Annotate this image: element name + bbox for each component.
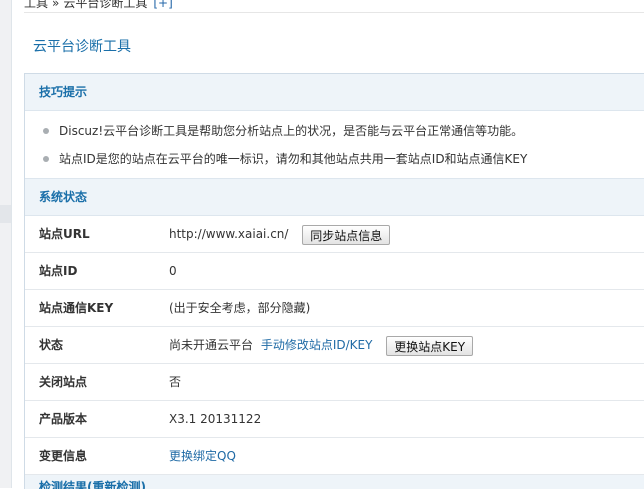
main-panel: 技巧提示 Discuz!云平台诊断工具是帮助您分析站点上的状况，是否能与云平台正… [24, 73, 644, 489]
version-value: X3.1 20131122 [169, 412, 262, 426]
site-url-label: 站点URL [39, 227, 90, 241]
breadcrumb-root[interactable]: 工具 [24, 0, 48, 10]
site-id-row: 站点ID 0 [25, 253, 644, 290]
change-site-key-button[interactable]: 更换站点KEY [386, 335, 474, 356]
site-url-value-wrap: http://www.xaiai.cn/ 同步站点信息 [169, 216, 391, 252]
site-key-row: 站点通信KEY (出于安全考虑，部分隐藏) [25, 290, 644, 327]
results-heading[interactable]: 检测结果(重新检测) [25, 475, 644, 489]
site-url-row: 站点URL http://www.xaiai.cn/ 同步站点信息 [25, 216, 644, 253]
state-value-wrap: 尚未开通云平台 手动修改站点ID/KEY 更换站点KEY [169, 327, 474, 363]
breadcrumb-divider [24, 12, 644, 13]
tips-list: Discuz!云平台诊断工具是帮助您分析站点上的状况，是否能与云平台正常通信等功… [25, 111, 644, 179]
tip-item: Discuz!云平台诊断工具是帮助您分析站点上的状况，是否能与云平台正常通信等功… [25, 117, 644, 145]
change-info-row: 变更信息 更换绑定QQ [25, 438, 644, 475]
page-title: 云平台诊断工具 [33, 39, 131, 55]
tip-text: 站点ID是您的站点在云平台的唯一标识，请勿和其他站点共用一套站点ID和站点通信K… [59, 152, 528, 166]
site-id-label: 站点ID [39, 264, 78, 278]
state-label: 状态 [39, 338, 64, 352]
site-closed-row: 关闭站点 否 [25, 364, 644, 401]
site-closed-label: 关闭站点 [39, 375, 88, 389]
breadcrumb: 工具 » 云平台诊断工具 [+] [24, 0, 173, 10]
status-heading: 系统状态 [25, 179, 644, 216]
site-closed-value: 否 [169, 375, 182, 389]
add-shortcut-link[interactable]: [+] [153, 0, 172, 10]
tip-text: Discuz!云平台诊断工具是帮助您分析站点上的状况，是否能与云平台正常通信等功… [59, 124, 524, 138]
state-value: 尚未开通云平台 [169, 338, 254, 352]
version-row: 产品版本 X3.1 20131122 [25, 401, 644, 438]
breadcrumb-current: 云平台诊断工具 [63, 0, 148, 10]
site-key-label: 站点通信KEY [39, 301, 114, 315]
site-url-value: http://www.xaiai.cn/ [169, 227, 289, 241]
rebind-qq-link[interactable]: 更换绑定QQ [169, 449, 236, 463]
sync-site-info-button[interactable]: 同步站点信息 [302, 224, 391, 245]
site-key-value: (出于安全考虑，部分隐藏) [169, 301, 311, 315]
breadcrumb-separator: » [52, 0, 60, 10]
edit-site-id-key-link[interactable]: 手动修改站点ID/KEY [261, 338, 373, 352]
version-label: 产品版本 [39, 412, 88, 426]
bullet-icon [43, 128, 49, 134]
left-gutter [0, 0, 12, 488]
tip-item: 站点ID是您的站点在云平台的唯一标识，请勿和其他站点共用一套站点ID和站点通信K… [25, 145, 644, 173]
bullet-icon [43, 156, 49, 162]
state-row: 状态 尚未开通云平台 手动修改站点ID/KEY 更换站点KEY [25, 327, 644, 364]
gutter-collapse-handle[interactable] [0, 205, 11, 223]
change-info-label: 变更信息 [39, 449, 88, 463]
site-id-value: 0 [169, 264, 177, 278]
tips-heading: 技巧提示 [25, 74, 644, 111]
change-info-value-wrap: 更换绑定QQ [169, 438, 236, 474]
